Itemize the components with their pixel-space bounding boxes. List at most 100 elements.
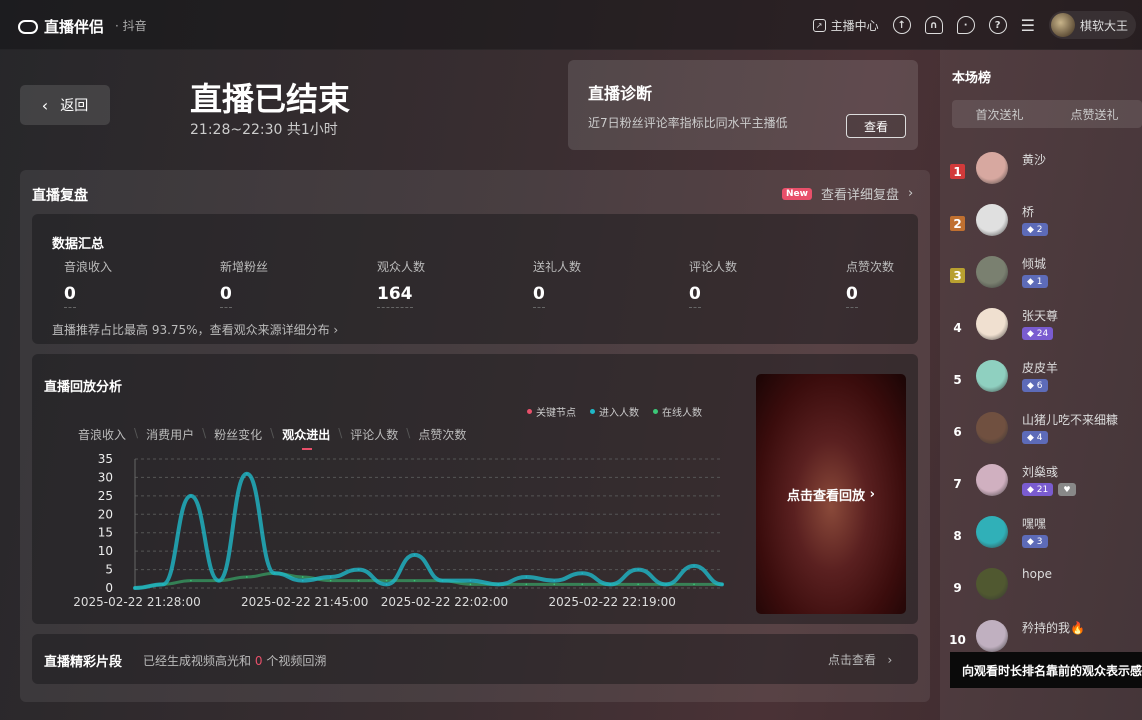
highlights-view-label: 点击查看 — [828, 653, 877, 667]
metric-label: 送礼人数 — [533, 260, 582, 274]
data-point — [134, 587, 136, 589]
chart-icon: ↗ — [812, 18, 826, 32]
data-point — [385, 583, 388, 586]
source-distribution-link[interactable]: 直播推荐占比最高 93.75%，查看观众来源详细分布 › — [52, 321, 338, 338]
metric-value: 0 — [846, 284, 858, 308]
replay-thumbnail[interactable]: 点击查看回放 › — [756, 374, 906, 614]
data-point — [413, 554, 416, 556]
tab-like-gift[interactable]: 点赞送礼 — [1047, 100, 1142, 128]
data-point — [693, 565, 695, 567]
toolbar: ↗ 主播中心 ↑ ∩ · ? ☰ 棋软大王 — [812, 11, 1136, 39]
back-button[interactable]: ‹ 返回 — [20, 85, 110, 125]
headset-icon[interactable]: ∩ — [924, 16, 943, 34]
legend-item: 进入人数 — [590, 404, 639, 419]
y-tick-label: 20 — [98, 507, 113, 521]
highlights-view-link[interactable]: 点击查看 › — [828, 651, 892, 668]
ranking-tabs: 首次送礼 点赞送礼 — [952, 100, 1142, 128]
metric-value: 0 — [220, 284, 232, 308]
back-label: 返回 — [60, 98, 89, 114]
data-point — [525, 576, 528, 578]
legend-item: 在线人数 — [653, 404, 702, 419]
rank-username: 桥 — [1022, 205, 1035, 219]
summary-title: 数据汇总 — [52, 237, 105, 252]
metric-value: 0 — [533, 284, 545, 308]
avatar — [976, 308, 1008, 340]
y-tick-label: 25 — [98, 489, 113, 503]
tab-gift-income[interactable]: 音浪收入 — [78, 426, 126, 443]
anchor-center-button[interactable]: ↗ 主播中心 — [812, 17, 879, 34]
rank-username: 张天尊 — [1022, 309, 1059, 323]
heart-icon: ♥ — [1058, 483, 1076, 496]
tab-likes[interactable]: 点赞次数 — [418, 426, 466, 443]
platform-label: · 抖音 — [115, 19, 147, 33]
tab-commenters[interactable]: 评论人数 — [350, 426, 398, 443]
ranking-item[interactable]: 1 黄沙 — [948, 152, 1142, 204]
tab-first-gift[interactable]: 首次送礼 — [952, 100, 1047, 128]
ranking-item[interactable]: 7 刘燊彧 ◆ 21 ♥ — [948, 464, 1142, 516]
chevron-right-icon: › — [907, 186, 914, 201]
ranking-item[interactable]: 4 张天尊 ◆ 24 — [948, 308, 1142, 360]
upload-icon[interactable]: ↑ — [892, 16, 911, 34]
ranking-item[interactable]: 9 hope — [948, 567, 1142, 620]
data-point — [497, 583, 500, 586]
data-point — [581, 572, 584, 575]
avatar — [976, 568, 1008, 600]
data-point — [329, 579, 332, 582]
rank-username: 倾城 — [1022, 257, 1047, 271]
data-point — [357, 579, 360, 582]
metric-viewers[interactable]: 观众人数 164 — [377, 258, 497, 308]
data-point — [721, 583, 723, 586]
legend-item: 关键节点 — [527, 404, 576, 419]
tab-paying-users[interactable]: 消费用户 — [146, 426, 194, 443]
data-point — [329, 576, 332, 578]
tab-viewer-flow[interactable]: 观众进出 — [282, 426, 330, 450]
rank-number: 5 — [953, 372, 962, 387]
source-distribution-label: 直播推荐占比最高 93.75%，查看观众来源详细分布 — [52, 323, 330, 337]
ranking-item[interactable]: 8 嘿嘿 ◆ 3 — [948, 516, 1142, 568]
metric-label: 观众人数 — [377, 260, 426, 274]
avatar — [976, 464, 1008, 496]
data-point — [385, 579, 388, 582]
rank-number: 6 — [953, 424, 962, 439]
chat-icon[interactable]: · — [956, 16, 975, 34]
detail-review-link[interactable]: New 查看详细复盘 › — [782, 184, 913, 203]
metric-label: 评论人数 — [689, 260, 738, 274]
tab-fans-change[interactable]: 粉丝变化 — [214, 426, 262, 443]
data-point — [469, 579, 472, 582]
ranking-item[interactable]: 3 倾城 ◆ 1 — [948, 256, 1142, 308]
data-point — [246, 472, 248, 475]
avatar — [976, 152, 1008, 184]
data-point — [301, 579, 304, 582]
metric-likes: 点赞次数 0 — [846, 258, 916, 308]
rank-number: 1 — [950, 164, 965, 179]
rank-number: 7 — [953, 476, 962, 491]
fan-level-badge: ◆ 4 — [1022, 431, 1048, 444]
analysis-title: 直播回放分析 — [44, 380, 123, 395]
menu-icon[interactable]: ☰ — [1021, 16, 1035, 35]
ranking-tooltip: 向观看时长排名靠前的观众表示感谢 — [950, 652, 1142, 688]
user-profile[interactable]: 棋软大王 — [1048, 11, 1136, 39]
y-tick-label: 0 — [105, 581, 113, 595]
fan-level-badge: ◆ 6 — [1022, 379, 1048, 392]
rank-number: 3 — [950, 268, 965, 283]
ranking-item[interactable]: 6 山猪儿吃不来细糠 ◆ 4 — [948, 412, 1142, 464]
data-point — [162, 583, 164, 586]
data-point — [637, 583, 639, 586]
data-point — [581, 583, 584, 586]
metric-label: 点赞次数 — [846, 260, 895, 274]
replay-label: 点击查看回放 — [787, 488, 866, 504]
metric-value: 0 — [64, 284, 76, 308]
rank-username: 皮皮羊 — [1022, 361, 1059, 375]
live-time: 21:28~22:30 共1小时 — [190, 122, 338, 138]
x-tick-label: 2025-02-22 21:28:00 — [73, 595, 200, 609]
diagnosis-card: 直播诊断 近7日粉丝评论率指标比同水平主播低 查看 — [568, 60, 918, 150]
help-icon[interactable]: ? — [988, 16, 1007, 34]
metric-value: 0 — [689, 284, 701, 308]
rank-username: 山猪儿吃不来细糠 — [1022, 413, 1119, 427]
diagnosis-view-button[interactable]: 查看 — [846, 114, 906, 138]
viewer-flow-chart[interactable]: 0 5 10 15 20 25 30 35 2025-02-22 21:28:00 2025-02… — [40, 448, 740, 614]
rank-username: 嘿嘿 — [1022, 517, 1047, 531]
ranking-item[interactable]: 2 桥 ◆ 2 — [948, 204, 1142, 256]
ranking-item[interactable]: 5 皮皮羊 ◆ 6 — [948, 360, 1142, 412]
highlights-title: 直播精彩片段 — [44, 655, 123, 670]
